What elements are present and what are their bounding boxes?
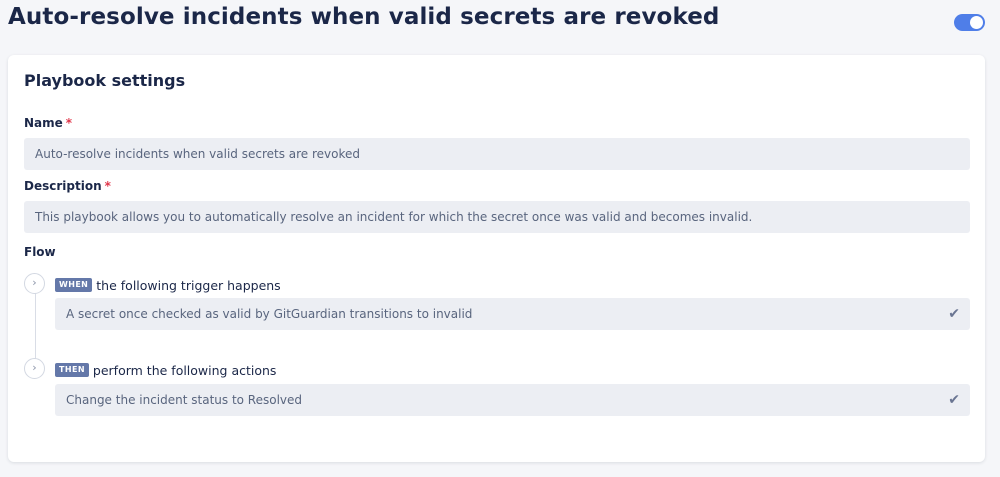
description-field[interactable]: This playbook allows you to automaticall… [24, 201, 970, 233]
chevron-right-icon[interactable]: › [24, 358, 45, 379]
name-field[interactable]: Auto-resolve incidents when valid secret… [24, 138, 970, 170]
page-title: Auto-resolve incidents when valid secret… [8, 4, 720, 30]
when-badge: WHEN [55, 278, 93, 292]
name-label-text: Name [24, 116, 63, 130]
then-badge: THEN [55, 363, 89, 377]
chevron-right-icon[interactable]: › [24, 273, 45, 294]
description-label: Description * [24, 179, 111, 193]
card-title: Playbook settings [24, 71, 186, 90]
action-value: Change the incident status to Resolved [66, 393, 303, 407]
toggle-knob [970, 16, 983, 29]
when-step-heading: the following trigger happens [96, 277, 281, 293]
name-label: Name * [24, 116, 72, 130]
check-icon: ✔ [948, 306, 960, 322]
trigger-value: A secret once checked as valid by GitGua… [66, 307, 473, 321]
page-header: Auto-resolve incidents when valid secret… [8, 0, 992, 44]
playbook-enabled-toggle[interactable] [954, 14, 985, 31]
required-mark: * [65, 116, 73, 130]
flow-label: Flow [24, 245, 56, 259]
check-icon: ✔ [948, 392, 960, 408]
when-step-header: WHEN the following trigger happens [55, 277, 281, 293]
required-mark: * [104, 179, 111, 193]
then-step-heading: perform the following actions [92, 362, 277, 378]
then-step-header: THEN perform the following actions [55, 362, 276, 378]
playbook-settings-card: Playbook settings Name * Auto-resolve inc… [8, 55, 985, 462]
trigger-field[interactable]: A secret once checked as valid by GitGua… [55, 298, 970, 330]
action-field[interactable]: Change the incident status to Resolved ✔ [55, 384, 970, 416]
description-label-text: Description [24, 179, 102, 193]
